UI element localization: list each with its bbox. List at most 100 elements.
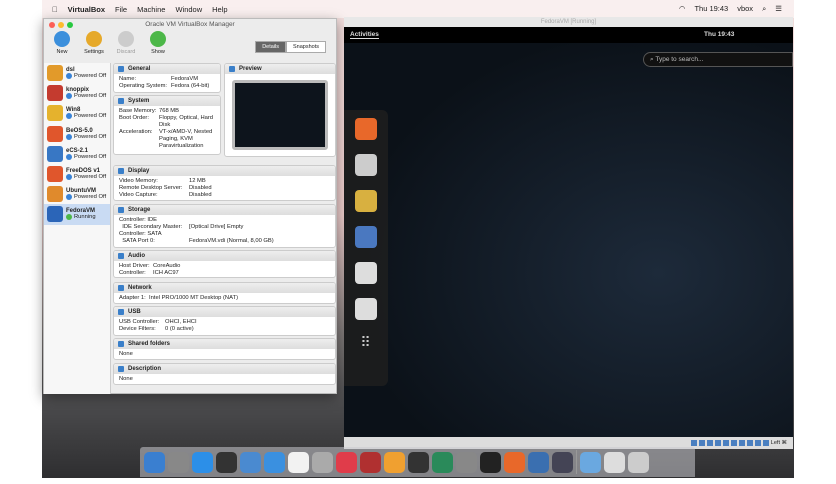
shared-folders-header[interactable]: Shared folders	[114, 339, 335, 349]
detail-row: SATA Port 0:FedoraVM.vdi (Normal, 8,00 G…	[119, 238, 330, 245]
os-icon	[47, 146, 63, 162]
vm-list-item[interactable]: dslPowered Off	[44, 63, 110, 83]
evolution-icon[interactable]	[355, 154, 377, 176]
vm-list-item[interactable]: FedoraVMRunning	[44, 204, 110, 224]
notification-icon[interactable]: ☰	[775, 4, 782, 14]
general-header[interactable]: General	[114, 64, 220, 74]
vm-list-item[interactable]: knoppixPowered Off	[44, 83, 110, 103]
settings-button[interactable]: Settings	[82, 31, 106, 63]
menu-file[interactable]: File	[115, 5, 127, 14]
hdd-icon[interactable]	[691, 440, 697, 446]
vm-state-label: Powered Off	[74, 73, 106, 79]
section-title: Network	[128, 285, 152, 291]
section-audio: AudioHost Driver:CoreAudioController:ICH…	[113, 250, 336, 278]
os-icon	[47, 65, 63, 81]
audio-status-icon[interactable]	[707, 440, 713, 446]
dock-app-icon[interactable]	[628, 452, 649, 473]
dock-app-icon[interactable]	[168, 452, 189, 473]
dock-app-icon[interactable]	[288, 452, 309, 473]
description-header[interactable]: Description	[114, 364, 335, 374]
clock[interactable]: Thu 19:43	[694, 4, 728, 14]
detail-row: Controller:ICH AC97	[119, 270, 330, 277]
vm-list-item[interactable]: Win8Powered Off	[44, 103, 110, 123]
usb-status-icon[interactable]	[723, 440, 729, 446]
detail-label: Name:	[119, 76, 171, 83]
usb-header[interactable]: USB	[114, 307, 335, 317]
documents-icon[interactable]	[355, 262, 377, 284]
network-header[interactable]: Network	[114, 283, 335, 293]
mouse-icon[interactable]	[763, 440, 769, 446]
tab-details[interactable]: Details	[255, 41, 286, 53]
software-icon[interactable]	[355, 298, 377, 320]
dock-app-icon[interactable]	[192, 452, 213, 473]
capture-icon[interactable]	[747, 440, 753, 446]
detail-row: USB Controller:OHCI, EHCI	[119, 319, 330, 326]
vm-screen[interactable]: Activities Thu 19:43 ⌕ Type to search...…	[344, 27, 793, 437]
detail-label: Controller: IDE	[119, 217, 157, 224]
powered-off-icon	[66, 113, 72, 119]
dock-app-icon[interactable]	[456, 452, 477, 473]
activities-button[interactable]: Activities	[350, 31, 379, 39]
tab-snapshots[interactable]: Snapshots	[286, 41, 326, 53]
network-status-icon[interactable]	[715, 440, 721, 446]
detail-label: None	[119, 351, 133, 358]
dock-app-icon[interactable]	[504, 452, 525, 473]
display-header[interactable]: Display	[114, 166, 335, 176]
discard-button[interactable]: Discard	[114, 31, 138, 63]
dock-app-icon[interactable]	[580, 452, 601, 473]
dock-app-icon[interactable]	[432, 452, 453, 473]
vm-list-item[interactable]: FreeDOS v1Powered Off	[44, 164, 110, 184]
vm-list-item[interactable]: BeOS-5.0Powered Off	[44, 124, 110, 144]
dock-app-icon[interactable]	[336, 452, 357, 473]
system-header[interactable]: System	[114, 96, 220, 106]
dock-app-icon[interactable]	[360, 452, 381, 473]
apple-icon[interactable]: 	[52, 5, 58, 14]
show-apps-icon[interactable]: ⠿	[360, 334, 371, 351]
menu-help[interactable]: Help	[212, 5, 227, 14]
photos-icon[interactable]	[355, 226, 377, 248]
storage-header[interactable]: Storage	[114, 205, 335, 215]
minimize-button[interactable]	[58, 22, 64, 28]
discard-label: Discard	[117, 49, 136, 55]
dock-app-icon[interactable]	[312, 452, 333, 473]
detail-row: Remote Desktop Server:Disabled	[119, 185, 330, 192]
menu-app[interactable]: VirtualBox	[68, 5, 105, 14]
vm-list-item[interactable]: UbuntuVMPowered Off	[44, 184, 110, 204]
rhythmbox-icon[interactable]	[355, 190, 377, 212]
dock-app-icon[interactable]	[552, 452, 573, 473]
cpu-icon[interactable]	[755, 440, 761, 446]
section-network: NetworkAdapter 1:Intel PRO/1000 MT Deskt…	[113, 282, 336, 304]
dock-app-icon[interactable]	[408, 452, 429, 473]
spotlight-icon[interactable]: ⌕	[762, 4, 766, 14]
powered-off-icon	[66, 194, 72, 200]
dock-app-icon[interactable]	[264, 452, 285, 473]
menu-window[interactable]: Window	[175, 5, 202, 14]
gnome-clock[interactable]: Thu 19:43	[704, 31, 734, 38]
optical-icon[interactable]	[699, 440, 705, 446]
display-status-icon[interactable]	[739, 440, 745, 446]
detail-label: Host Driver:	[119, 263, 153, 270]
vm-list-item[interactable]: eCS-2.1Powered Off	[44, 144, 110, 164]
new-button[interactable]: New	[50, 31, 74, 63]
dock-app-icon[interactable]	[528, 452, 549, 473]
search-input[interactable]: ⌕ Type to search...	[643, 52, 793, 67]
os-icon	[47, 166, 63, 182]
close-button[interactable]	[49, 22, 55, 28]
user-name[interactable]: vbox	[737, 4, 753, 14]
section-description: DescriptionNone	[113, 363, 336, 385]
dock-app-icon[interactable]	[604, 452, 625, 473]
dock-app-icon[interactable]	[216, 452, 237, 473]
dock-app-icon[interactable]	[480, 452, 501, 473]
firefox-icon[interactable]	[355, 118, 377, 140]
dock-app-icon[interactable]	[240, 452, 261, 473]
wifi-icon[interactable]: ◠	[679, 4, 686, 14]
dock-app-icon[interactable]	[144, 452, 165, 473]
zoom-button[interactable]	[67, 22, 73, 28]
menu-machine[interactable]: Machine	[137, 5, 165, 14]
dock-app-icon[interactable]	[384, 452, 405, 473]
shared-folder-icon[interactable]	[731, 440, 737, 446]
preview-header[interactable]: Preview	[225, 64, 335, 74]
vm-state-label: Powered Off	[74, 154, 106, 160]
show-button[interactable]: Show	[146, 31, 170, 63]
audio-header[interactable]: Audio	[114, 251, 335, 261]
